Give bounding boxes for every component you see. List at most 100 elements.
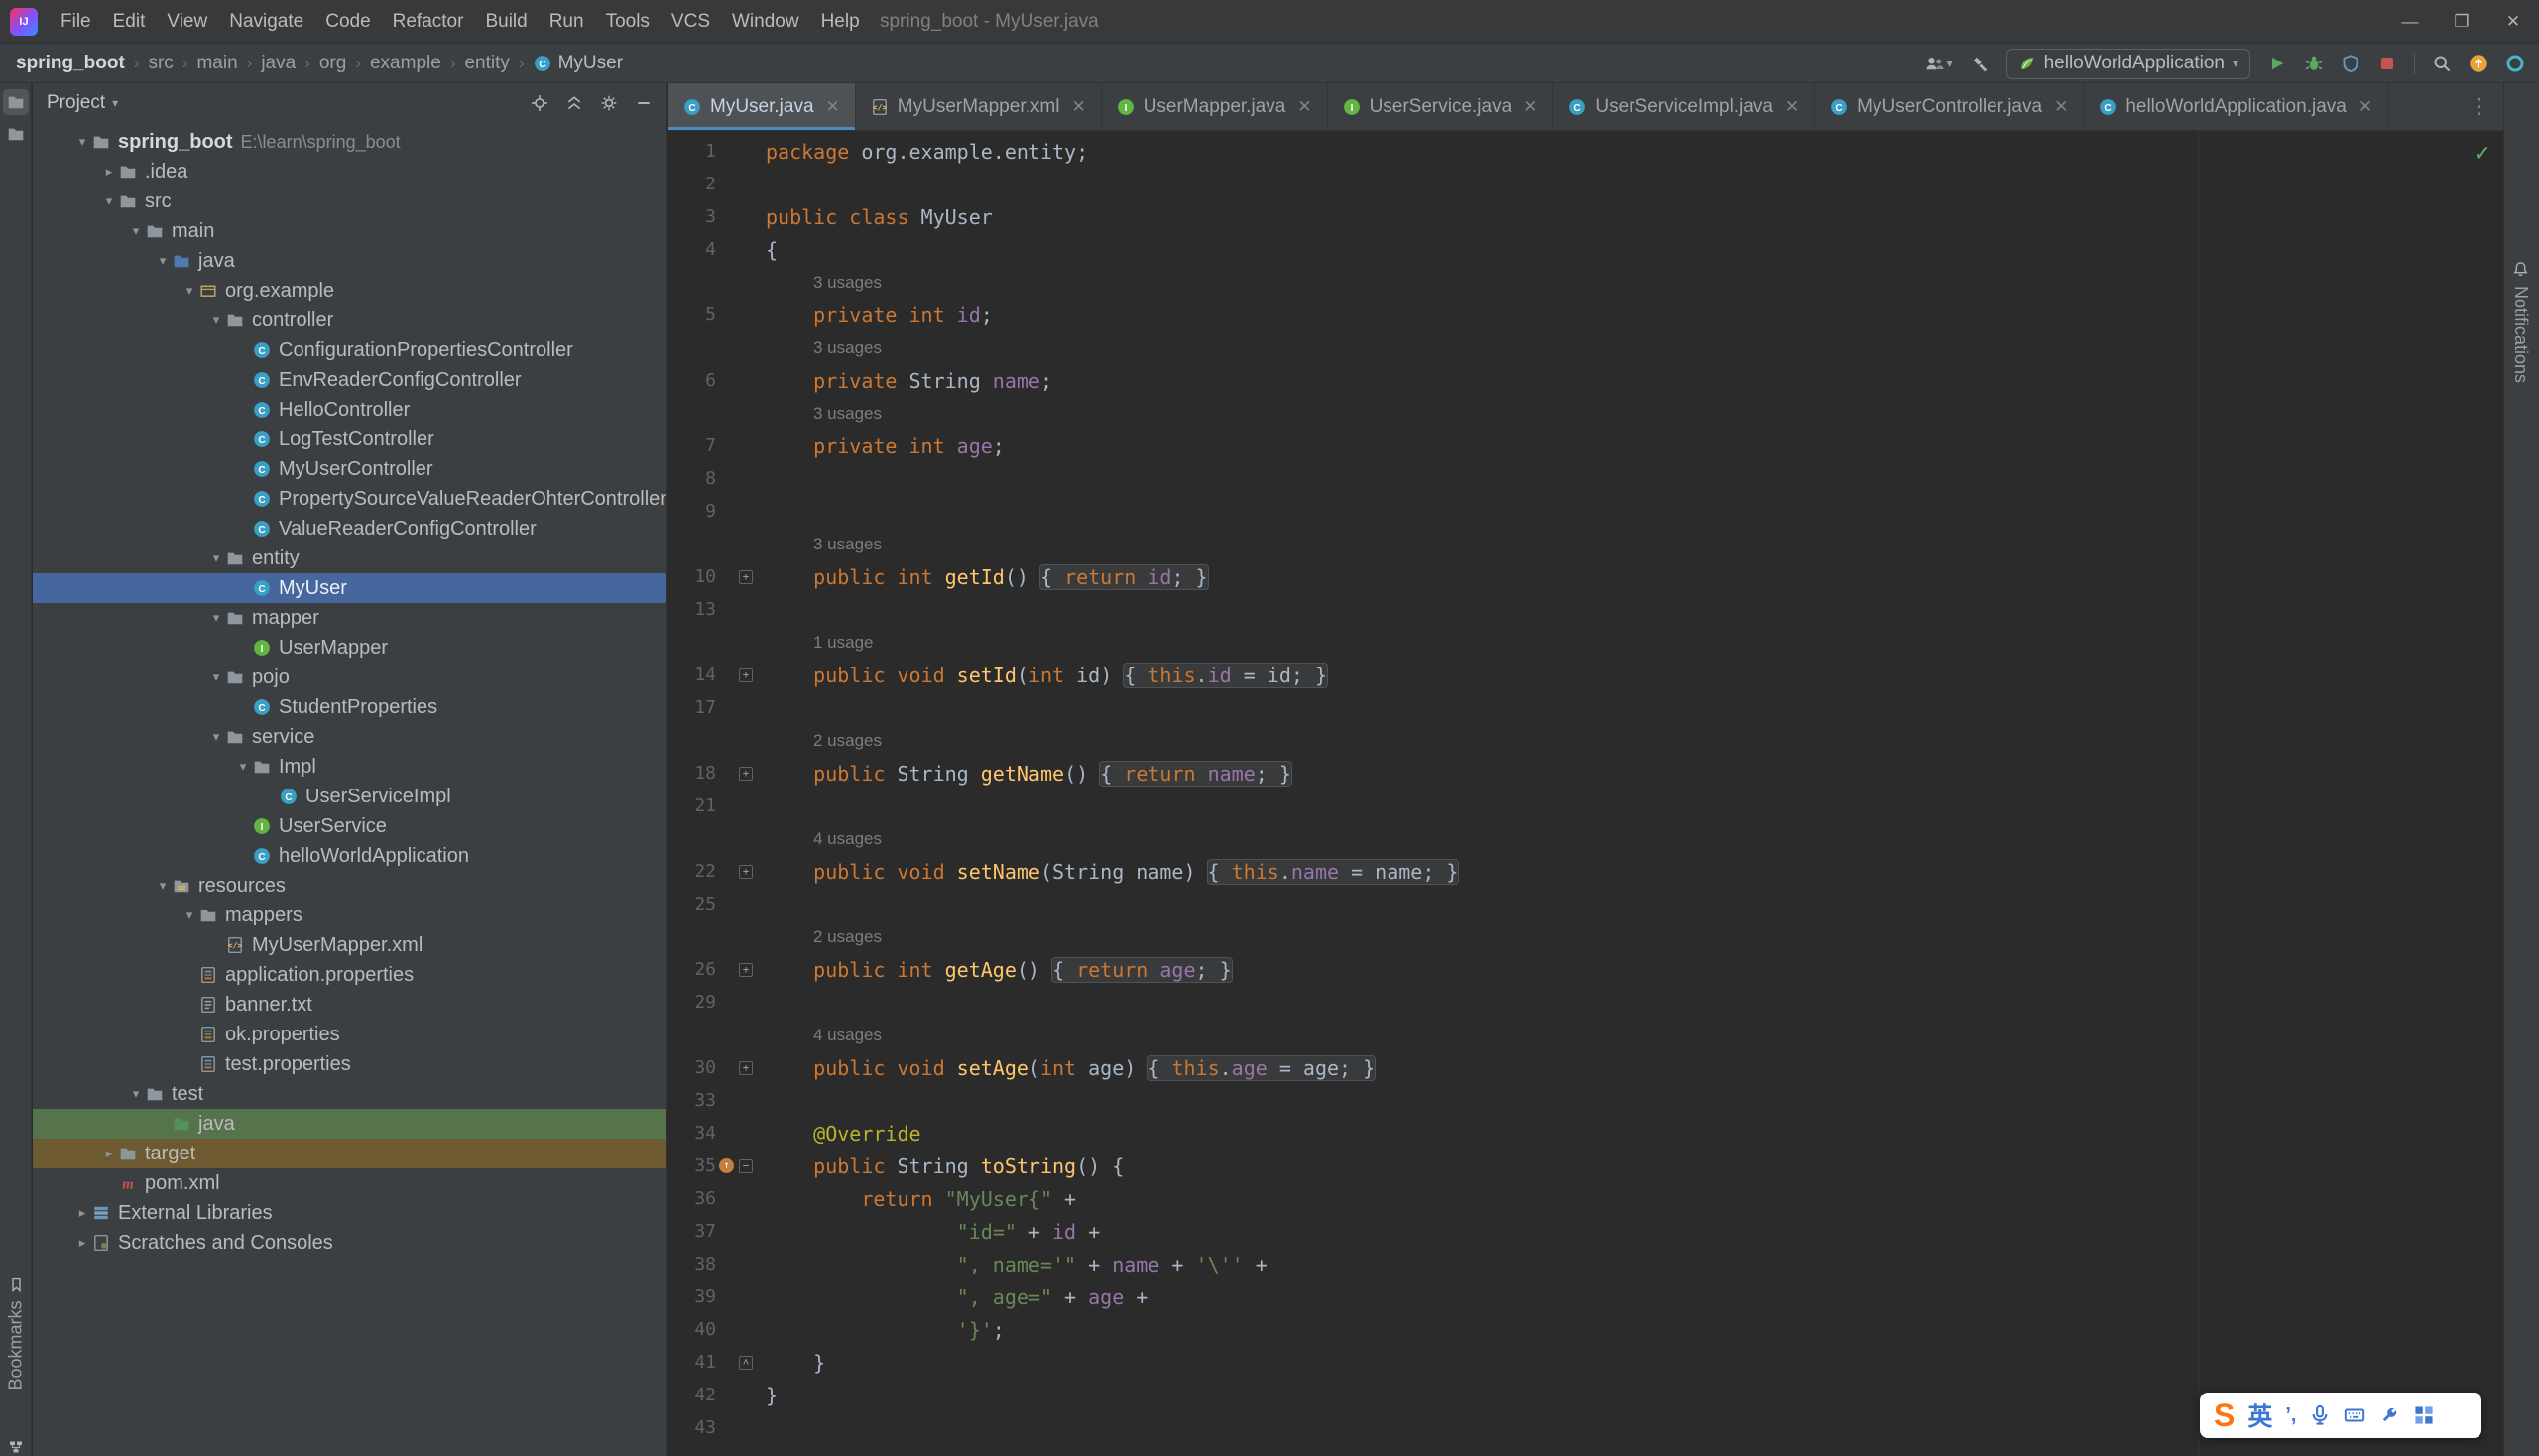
search-everywhere-icon[interactable] <box>2432 54 2452 73</box>
tab-options-icon[interactable]: ⋮ <box>2455 83 2503 130</box>
tree-item-StudentProperties[interactable]: C StudentProperties <box>33 692 666 722</box>
fold-marker-icon[interactable]: + <box>739 667 753 682</box>
folded-region[interactable]: { this.age = age; } <box>1147 1054 1377 1081</box>
folded-region[interactable]: { this.id = id; } <box>1123 662 1329 688</box>
tree-item-MyUser[interactable]: C MyUser <box>33 573 666 603</box>
tree-item-org.example[interactable]: ▾ org.example <box>33 276 666 305</box>
tree-chevron-icon[interactable]: ▾ <box>206 312 226 328</box>
coverage-button[interactable] <box>2341 54 2360 73</box>
editor-tab-UserMapper.java[interactable]: I UserMapper.java ✕ <box>1102 83 1328 130</box>
editor-tab-MyUser.java[interactable]: C MyUser.java ✕ <box>668 83 856 130</box>
menu-vcs[interactable]: VCS <box>661 0 721 44</box>
tree-item-External Libraries[interactable]: ▸ External Libraries <box>33 1198 666 1228</box>
tree-item-resources[interactable]: ▾ resources <box>33 871 666 901</box>
close-tab-icon[interactable]: ✕ <box>2054 97 2068 117</box>
ime-mic-icon[interactable] <box>2309 1404 2331 1426</box>
maximize-button[interactable]: ❐ <box>2436 0 2487 44</box>
ime-keyboard-icon[interactable] <box>2344 1404 2365 1426</box>
tree-item-HelloController[interactable]: C HelloController <box>33 395 666 425</box>
breadcrumb-item-java[interactable]: java <box>261 53 296 74</box>
tree-chevron-icon[interactable]: ▾ <box>180 283 199 299</box>
tree-item-test.properties[interactable]: test.properties <box>33 1049 666 1079</box>
tree-chevron-icon[interactable]: ▾ <box>126 1086 146 1102</box>
update-available-icon[interactable] <box>2469 54 2488 73</box>
hide-panel-icon[interactable] <box>635 94 653 112</box>
run-configuration-select[interactable]: helloWorldApplication ▾ <box>2005 48 2250 79</box>
notifications-tool-button[interactable]: Notifications <box>2503 192 2539 450</box>
tree-item-Scratches and Consoles[interactable]: ▸ Scratches and Consoles <box>33 1228 666 1258</box>
tree-chevron-icon[interactable]: ▾ <box>206 729 226 745</box>
folded-region[interactable]: { return name; } <box>1099 760 1292 787</box>
plugin-status-icon[interactable] <box>2505 54 2525 73</box>
tree-item-banner.txt[interactable]: banner.txt <box>33 990 666 1020</box>
menu-view[interactable]: View <box>156 0 218 44</box>
tree-item-LogTestController[interactable]: C LogTestController <box>33 425 666 454</box>
ime-tools-icon[interactable] <box>2378 1404 2400 1426</box>
tree-chevron-icon[interactable]: ▸ <box>99 164 119 180</box>
tree-item-pojo[interactable]: ▾ pojo <box>33 663 666 692</box>
tree-item-src[interactable]: ▾ src <box>33 186 666 216</box>
ime-lang-indicator[interactable]: 英 <box>2247 1397 2272 1433</box>
editor-tab-MyUserMapper.xml[interactable]: </> MyUserMapper.xml ✕ <box>856 83 1102 130</box>
fold-marker-icon[interactable]: + <box>739 962 753 977</box>
tree-item-java[interactable]: ▾ java <box>33 246 666 276</box>
tree-chevron-icon[interactable]: ▾ <box>206 550 226 566</box>
tree-item-UserServiceImpl[interactable]: C UserServiceImpl <box>33 782 666 811</box>
tree-item-ValueReaderConfigController[interactable]: C ValueReaderConfigController <box>33 514 666 544</box>
tree-chevron-icon[interactable]: ▾ <box>180 908 199 923</box>
close-tab-icon[interactable]: ✕ <box>2358 97 2372 117</box>
tree-item-ConfigurationPropertiesController[interactable]: C ConfigurationPropertiesController <box>33 335 666 365</box>
locate-file-icon[interactable] <box>531 94 548 112</box>
fold-marker-icon[interactable]: + <box>739 1060 753 1075</box>
ime-grid-icon[interactable] <box>2413 1404 2435 1426</box>
tree-item-main[interactable]: ▾ main <box>33 216 666 246</box>
chevron-down-icon[interactable]: ▾ <box>112 96 118 110</box>
editor-code[interactable]: 1 package org.example.entity; 2 3 public cla… <box>668 131 2503 1456</box>
tree-chevron-icon[interactable]: ▾ <box>99 193 119 209</box>
tree-chevron-icon[interactable]: ▾ <box>126 223 146 239</box>
build-hammer-icon[interactable] <box>1970 54 1990 73</box>
close-tab-icon[interactable]: ✕ <box>1785 97 1799 117</box>
fold-marker-icon[interactable]: + <box>739 864 753 879</box>
tree-item-test[interactable]: ▾ test <box>33 1079 666 1109</box>
menu-navigate[interactable]: Navigate <box>218 0 314 44</box>
breadcrumb-item-example[interactable]: example <box>370 53 441 74</box>
tree-item-target[interactable]: ▸ target <box>33 1139 666 1168</box>
menu-edit[interactable]: Edit <box>102 0 157 44</box>
close-tab-icon[interactable]: ✕ <box>1071 97 1085 117</box>
inlay-hint[interactable]: 4 usages <box>758 829 882 849</box>
menu-file[interactable]: File <box>50 0 102 44</box>
inlay-hint[interactable]: 3 usages <box>758 535 882 554</box>
editor-tab-helloWorldApplication.java[interactable]: ChelloWorldApplication.java ✕ <box>2084 83 2389 130</box>
tree-chevron-icon[interactable]: ▾ <box>72 134 92 150</box>
tree-item-MyUserMapper.xml[interactable]: </> MyUserMapper.xml <box>33 930 666 960</box>
menu-refactor[interactable]: Refactor <box>382 0 475 44</box>
code-with-me-users-icon[interactable]: ▾ <box>1924 54 1953 73</box>
tree-item-mapper[interactable]: ▾ mapper <box>33 603 666 633</box>
ime-punctuation-icon[interactable]: ’, <box>2285 1404 2296 1427</box>
close-button[interactable]: ✕ <box>2487 0 2539 44</box>
tree-item-ok.properties[interactable]: ok.properties <box>33 1020 666 1049</box>
inlay-hint[interactable]: 3 usages <box>758 404 882 424</box>
breadcrumb-item-main[interactable]: main <box>196 53 237 74</box>
inlay-hint[interactable]: 3 usages <box>758 273 882 293</box>
fold-marker-icon[interactable]: − <box>739 1158 753 1173</box>
tree-chevron-icon[interactable]: ▾ <box>233 759 253 775</box>
menu-window[interactable]: Window <box>721 0 810 44</box>
inspections-ok-icon[interactable]: ✓ <box>2474 141 2491 167</box>
close-tab-icon[interactable]: ✕ <box>826 97 840 117</box>
tree-item-Impl[interactable]: ▾ Impl <box>33 752 666 782</box>
tree-item-controller[interactable]: ▾ controller <box>33 305 666 335</box>
tree-chevron-icon[interactable]: ▸ <box>72 1235 92 1251</box>
inlay-hint[interactable]: 3 usages <box>758 338 882 358</box>
folded-region[interactable]: { return id; } <box>1038 563 1209 590</box>
menu-help[interactable]: Help <box>810 0 871 44</box>
breadcrumb-item-class[interactable]: C MyUser <box>534 53 623 74</box>
overrides-method-icon[interactable]: ↑ <box>719 1158 734 1173</box>
editor-tab-UserServiceImpl.java[interactable]: C UserServiceImpl.java ✕ <box>1553 83 1816 130</box>
tree-chevron-icon[interactable]: ▾ <box>153 878 173 894</box>
breadcrumb-item-src[interactable]: src <box>148 53 173 74</box>
close-tab-icon[interactable]: ✕ <box>1523 97 1537 117</box>
tree-item-service[interactable]: ▾ service <box>33 722 666 752</box>
menu-code[interactable]: Code <box>314 0 381 44</box>
